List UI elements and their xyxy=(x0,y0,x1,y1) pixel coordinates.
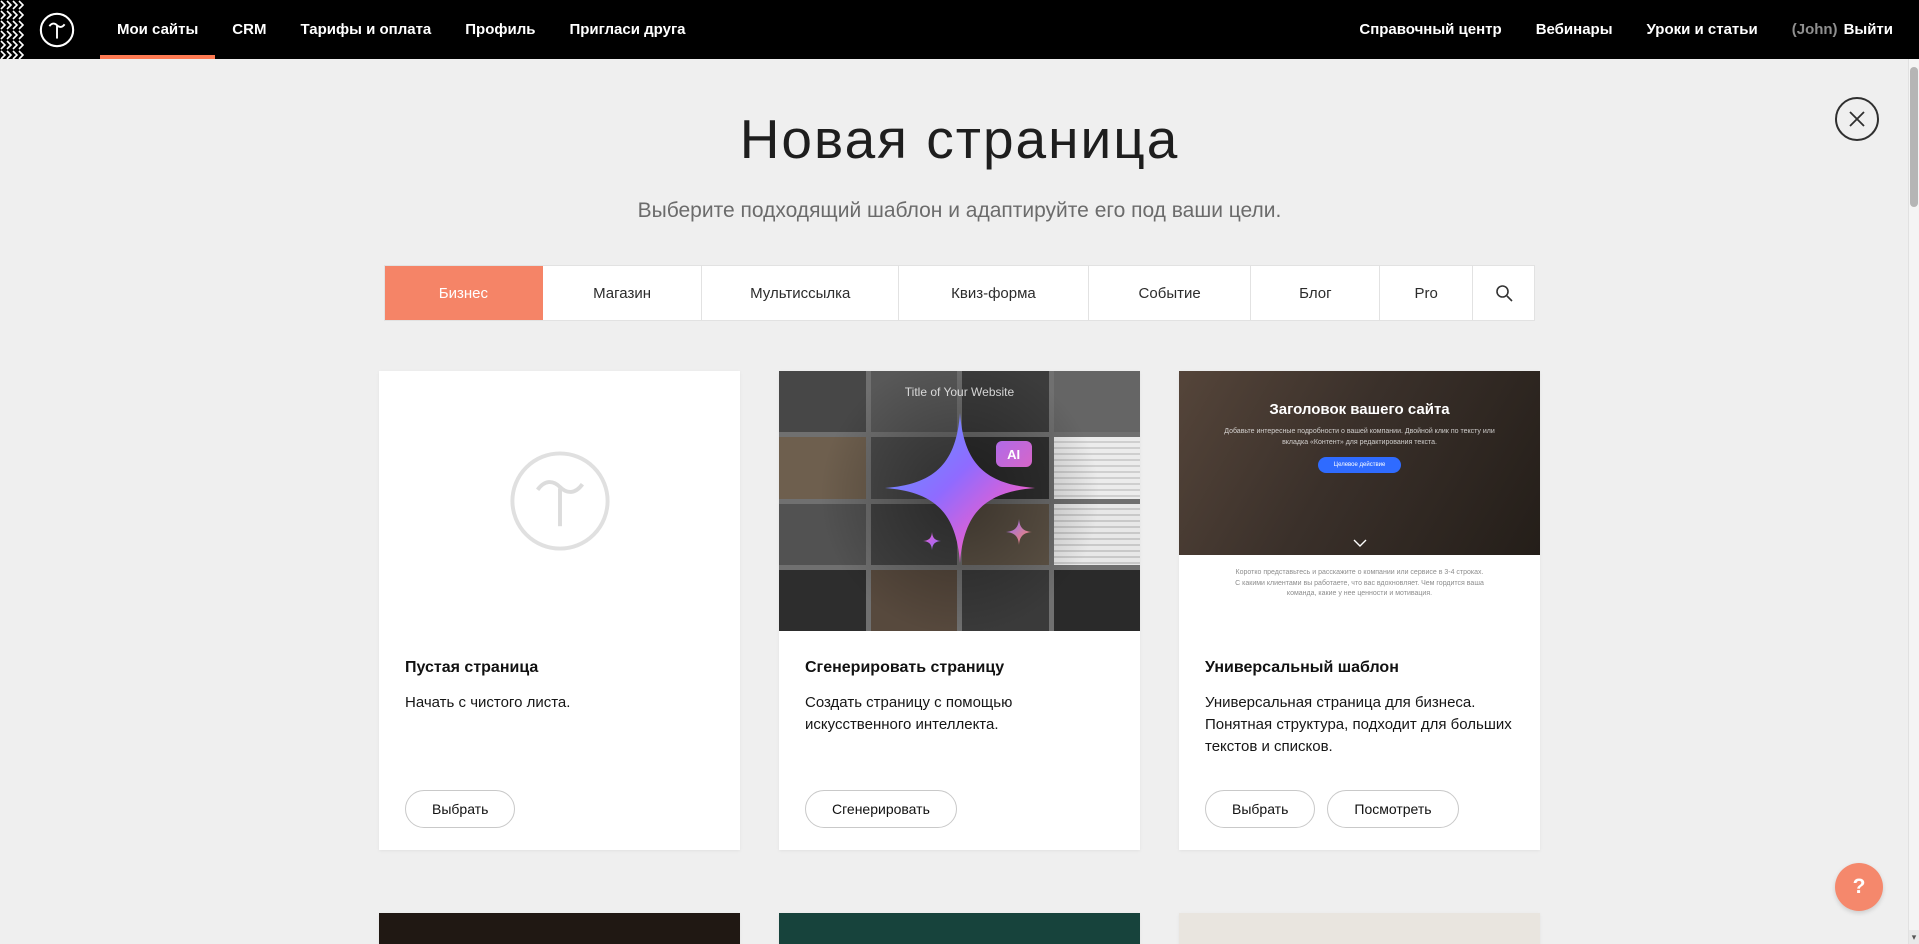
card-body: Сгенерировать страницу Создать страницу … xyxy=(779,631,1140,736)
template-cta-button: Целевое действие xyxy=(1318,457,1402,473)
tab-label: Квиз-форма xyxy=(951,285,1036,302)
tab-label: Pro xyxy=(1415,285,1438,302)
choose-button[interactable]: Выбрать xyxy=(1205,790,1315,828)
zigzag-pattern xyxy=(0,0,24,59)
card-actions: Выбрать Посмотреть xyxy=(1205,790,1459,828)
scrollbar-thumb[interactable] xyxy=(1910,67,1918,207)
card-universal-template[interactable]: Заголовок вашего сайта Добавьте интересн… xyxy=(1179,371,1540,850)
tilda-logo[interactable] xyxy=(38,0,76,59)
tab-quiz[interactable]: Квиз-форма xyxy=(899,266,1089,320)
tab-label: Бизнес xyxy=(439,285,488,302)
template-card-partial[interactable] xyxy=(779,913,1140,944)
nav-label: Профиль xyxy=(465,21,535,38)
card-description: Создать страницу с помощью искусственног… xyxy=(805,692,1114,736)
logout-link[interactable]: (John) Выйти xyxy=(1792,21,1893,38)
template-category-tabs: Бизнес Магазин Мультиссылка Квиз-форма С… xyxy=(384,265,1535,321)
tab-store[interactable]: Магазин xyxy=(543,266,703,320)
template-heading: Заголовок вашего сайта xyxy=(1179,371,1540,418)
card-actions: Сгенерировать xyxy=(805,790,957,828)
tab-label: Мультиссылка xyxy=(750,285,850,302)
template-text-section: Коротко представьтесь и расскажите о ком… xyxy=(1179,555,1540,631)
preview-site-title: Title of Your Website xyxy=(779,385,1140,399)
tab-search[interactable] xyxy=(1473,266,1534,320)
tab-multilink[interactable]: Мультиссылка xyxy=(702,266,899,320)
template-preview: Заголовок вашего сайта Добавьте интересн… xyxy=(1179,371,1540,631)
preview-button[interactable]: Посмотреть xyxy=(1327,790,1458,828)
main-nav: Мои сайты CRM Тарифы и оплата Профиль Пр… xyxy=(100,0,703,59)
card-body: Пустая страница Начать с чистого листа. xyxy=(379,631,740,714)
logout-label: Выйти xyxy=(1844,21,1893,38)
close-icon xyxy=(1848,110,1866,128)
ai-preview: Title of Your Website AI xyxy=(779,371,1140,631)
card-title: Универсальный шаблон xyxy=(1205,659,1514,677)
nav-item-help-center[interactable]: Справочный центр xyxy=(1359,21,1501,38)
chevron-down-icon xyxy=(1353,539,1367,547)
scrollbar[interactable]: ▾ xyxy=(1908,59,1919,944)
nav-label: CRM xyxy=(232,21,266,38)
nav-label: Пригласи друга xyxy=(569,21,685,38)
tab-pro[interactable]: Pro xyxy=(1380,266,1473,320)
user-name: (John) xyxy=(1792,21,1838,38)
card-ai-generate[interactable]: Title of Your Website AI xyxy=(779,371,1140,850)
tab-event[interactable]: Событие xyxy=(1089,266,1252,320)
topbar: Мои сайты CRM Тарифы и оплата Профиль Пр… xyxy=(0,0,1919,59)
tab-label: Магазин xyxy=(593,285,651,302)
nav-item-lessons[interactable]: Уроки и статьи xyxy=(1647,21,1758,38)
card-title: Сгенерировать страницу xyxy=(805,659,1114,677)
tab-business[interactable]: Бизнес xyxy=(385,266,543,320)
scroll-down-arrow[interactable]: ▾ xyxy=(1909,930,1919,944)
card-description: Начать с чистого листа. xyxy=(405,692,714,714)
tab-label: Событие xyxy=(1139,285,1201,302)
template-cards-grid: Пустая страница Начать с чистого листа. … xyxy=(379,371,1540,944)
template-body-text: Коротко представьтесь и расскажите о ком… xyxy=(1233,568,1486,600)
nav-item-my-sites[interactable]: Мои сайты xyxy=(100,0,215,59)
ai-badge: AI xyxy=(996,441,1032,467)
nav-item-invite-friend[interactable]: Пригласи друга xyxy=(552,0,702,59)
help-button[interactable]: ? xyxy=(1835,863,1883,911)
close-button[interactable] xyxy=(1835,97,1879,141)
nav-item-webinars[interactable]: Вебинары xyxy=(1536,21,1613,38)
generate-button[interactable]: Сгенерировать xyxy=(805,790,957,828)
search-icon xyxy=(1495,284,1513,302)
nav-label: Тарифы и оплата xyxy=(300,21,431,38)
template-hero: Заголовок вашего сайта Добавьте интересн… xyxy=(1179,371,1540,555)
template-card-partial[interactable] xyxy=(1179,913,1540,944)
template-subtext: Добавьте интересные подробности о вашей … xyxy=(1224,427,1495,448)
tab-blog[interactable]: Блог xyxy=(1251,266,1380,320)
choose-button[interactable]: Выбрать xyxy=(405,790,515,828)
card-blank-page[interactable]: Пустая страница Начать с чистого листа. … xyxy=(379,371,740,850)
card-actions: Выбрать xyxy=(405,790,515,828)
sparkle-small-icon xyxy=(1006,519,1032,545)
page-title: Новая страница xyxy=(0,107,1919,171)
tilda-watermark-icon xyxy=(504,445,616,557)
card-title: Пустая страница xyxy=(405,659,714,677)
card-description: Универсальная страница для бизнеса. Поня… xyxy=(1205,692,1514,757)
sparkle-small-icon xyxy=(923,532,941,550)
card-body: Универсальный шаблон Универсальная стран… xyxy=(1179,631,1540,757)
nav-item-pricing[interactable]: Тарифы и оплата xyxy=(283,0,448,59)
tab-label: Блог xyxy=(1299,285,1331,302)
nav-item-crm[interactable]: CRM xyxy=(215,0,283,59)
nav-label: Мои сайты xyxy=(117,21,198,38)
template-card-partial[interactable] xyxy=(379,913,740,944)
nav-item-profile[interactable]: Профиль xyxy=(448,0,552,59)
topbar-right: Справочный центр Вебинары Уроки и статьи… xyxy=(1359,0,1919,59)
blank-preview xyxy=(379,371,740,631)
page-subtitle: Выберите подходящий шаблон и адаптируйте… xyxy=(0,199,1919,223)
